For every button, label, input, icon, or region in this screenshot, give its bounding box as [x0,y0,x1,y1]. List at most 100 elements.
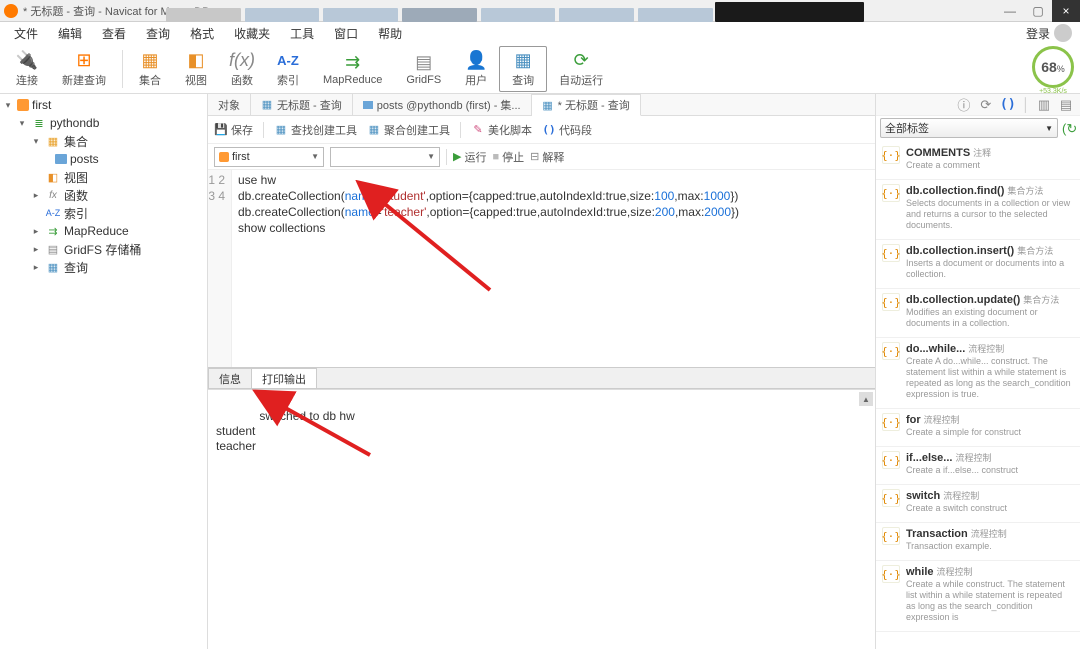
code-content[interactable]: use hw db.createCollection(name='student… [232,170,745,367]
tree-db-pythondb[interactable]: ▾ ≣ pythondb [2,114,205,132]
ribbon-mapreduce[interactable]: ⇉ MapReduce [311,46,394,92]
tree-collections[interactable]: ▾ ▦ 集合 [2,132,205,150]
menu-format[interactable]: 格式 [180,25,224,42]
thumb-4[interactable] [481,8,556,22]
refresh-icon[interactable]: (↻ [1062,121,1076,135]
snippet-panel: ⓘ ⟳ () │ ▥ ▤ 全部标签 ▼ (↻ {·}COMMENTS注释Crea… [875,94,1080,649]
ribbon-index-label: 索引 [277,72,299,88]
snippet-item[interactable]: {·}for流程控制Create a simple for construct [876,409,1080,447]
ribbon-connect[interactable]: 🔌 连接 [4,46,50,92]
snippet-filter: 全部标签 ▼ (↻ [876,116,1080,140]
explain-button[interactable]: ⊟解释 [530,149,564,165]
snippet-item[interactable]: {·}if...else...流程控制Create a if...else...… [876,447,1080,485]
agg-builder-button[interactable]: ▦聚合创建工具 [367,122,450,138]
find-builder-button[interactable]: ▦查找创建工具 [274,122,357,138]
tab-objects[interactable]: 对象 [208,94,251,116]
expand-icon[interactable]: ▸ [30,243,42,255]
snippet-item[interactable]: {·}db.collection.find()集合方法Selects docum… [876,180,1080,240]
info-icon[interactable]: ⓘ [956,97,972,113]
save-button[interactable]: 💾保存 [214,122,253,138]
ribbon-function-label: 函数 [231,72,253,88]
query-icon: ▦ [45,260,61,274]
mapreduce-icon: ⇉ [45,224,61,238]
ribbon-user[interactable]: 👤 用户 [453,46,499,92]
snippet-item[interactable]: {·}switch流程控制Create a switch construct [876,485,1080,523]
output-panel[interactable]: ▲switched to db hw student teacher [208,389,875,649]
ribbon-view[interactable]: ◧ 视图 [173,46,219,92]
tree-functions[interactable]: ▸ fx 函数 [2,186,205,204]
thumb-5[interactable] [559,8,634,22]
snippet-item[interactable]: {·}db.collection.insert()集合方法Inserts a d… [876,240,1080,289]
ribbon-collection-label: 集合 [139,72,161,88]
snippet-item[interactable]: {·}while流程控制Create a while construct. Th… [876,561,1080,632]
gauge-value: 68 [1041,59,1057,75]
code-editor[interactable]: 1 2 3 4 use hw db.createCollection(name=… [208,170,875,367]
panel-icon[interactable]: ▥ [1036,97,1052,113]
ribbon-newquery[interactable]: ⊞ 新建查询 [50,46,118,92]
tree-posts[interactable]: posts [2,150,205,168]
ribbon-function[interactable]: f(x) 函数 [219,46,265,92]
tree-views[interactable]: ◧ 视图 [2,168,205,186]
snippet-item[interactable]: {·}db.collection.update()集合方法Modifies an… [876,289,1080,338]
snippet-item[interactable]: {·}do...while...流程控制Create A do...while.… [876,338,1080,409]
expand-icon[interactable]: ▸ [30,189,42,201]
snippet-item[interactable]: {·}Transaction流程控制Transaction example. [876,523,1080,561]
maximize-button[interactable]: ▢ [1024,0,1052,22]
snippet-item[interactable]: {·}COMMENTS注释Create a comment [876,142,1080,180]
tree-gridfs[interactable]: ▸ ▤ GridFS 存储桶 [2,240,205,258]
login-area[interactable]: 登录 [1026,24,1072,42]
tree-indexes[interactable]: A-Z 索引 [2,204,205,222]
thumb-1[interactable] [245,8,320,22]
run-button[interactable]: ▶运行 [453,149,486,165]
brace-icon: {·} [882,293,900,311]
panel2-icon[interactable]: ▤ [1058,97,1074,113]
menu-view[interactable]: 查看 [92,25,136,42]
minimize-button[interactable]: — [996,0,1024,22]
tag-filter-combo[interactable]: 全部标签 ▼ [880,118,1058,138]
expand-icon[interactable]: ▾ [30,135,42,147]
menu-bar: 文件 编辑 查看 查询 格式 收藏夹 工具 窗口 帮助 登录 [0,22,1080,44]
tree-conn-first[interactable]: ▾ first [2,96,205,114]
scroll-up-icon[interactable]: ▲ [859,392,873,406]
menu-query[interactable]: 查询 [136,25,180,42]
ribbon-autorun[interactable]: ⟳ 自动运行 [547,46,615,92]
snippet-icon[interactable]: () [1000,97,1016,113]
ribbon-query[interactable]: ▦ 查询 [499,46,547,92]
ribbon-index[interactable]: A-Z 索引 [265,46,311,92]
tree-queries[interactable]: ▸ ▦ 查询 [2,258,205,276]
database-combo[interactable]: ▼ [330,147,440,167]
history-icon[interactable]: ⟳ [978,97,994,113]
tab-untitled2[interactable]: ▦* 无标题 - 查询 [532,94,641,116]
menu-file[interactable]: 文件 [4,25,48,42]
tab-print-output[interactable]: 打印输出 [251,368,317,388]
tab-posts[interactable]: posts @pythondb (first) - 集... [353,94,532,116]
expand-icon[interactable]: ▸ [30,261,42,273]
connection-icon [17,99,29,111]
perf-gauge[interactable]: 68% +53.3K/s [1032,46,1074,88]
connection-combo[interactable]: first ▼ [214,147,324,167]
ribbon-collection[interactable]: ▦ 集合 [127,46,173,92]
expand-icon[interactable]: ▸ [30,225,42,237]
thumb-dark[interactable] [715,2,864,22]
thumb-6[interactable] [638,8,713,22]
thumb-3[interactable] [402,8,477,22]
thumb-0[interactable] [166,8,241,22]
close-button[interactable]: × [1052,0,1080,22]
menu-edit[interactable]: 编辑 [48,25,92,42]
menu-window[interactable]: 窗口 [324,25,368,42]
menu-favorites[interactable]: 收藏夹 [224,25,280,42]
tree-mapreduce[interactable]: ▸ ⇉ MapReduce [2,222,205,240]
stop-button[interactable]: ■停止 [492,149,524,165]
tab-untitled1[interactable]: ▦无标题 - 查询 [251,94,353,116]
expand-icon[interactable]: ▾ [16,117,28,129]
snippet-button[interactable]: ()代码段 [542,122,592,138]
expand-icon[interactable]: ▾ [2,99,14,111]
ribbon-gridfs[interactable]: ▤ GridFS [394,46,453,92]
thumb-2[interactable] [323,8,398,22]
beautify-button[interactable]: ✎美化脚本 [471,122,532,138]
ribbon-newquery-label: 新建查询 [62,72,106,88]
menu-tools[interactable]: 工具 [280,25,324,42]
menu-help[interactable]: 帮助 [368,25,412,42]
tab-info[interactable]: 信息 [208,368,252,388]
snippet-list[interactable]: {·}COMMENTS注释Create a comment{·}db.colle… [876,140,1080,649]
